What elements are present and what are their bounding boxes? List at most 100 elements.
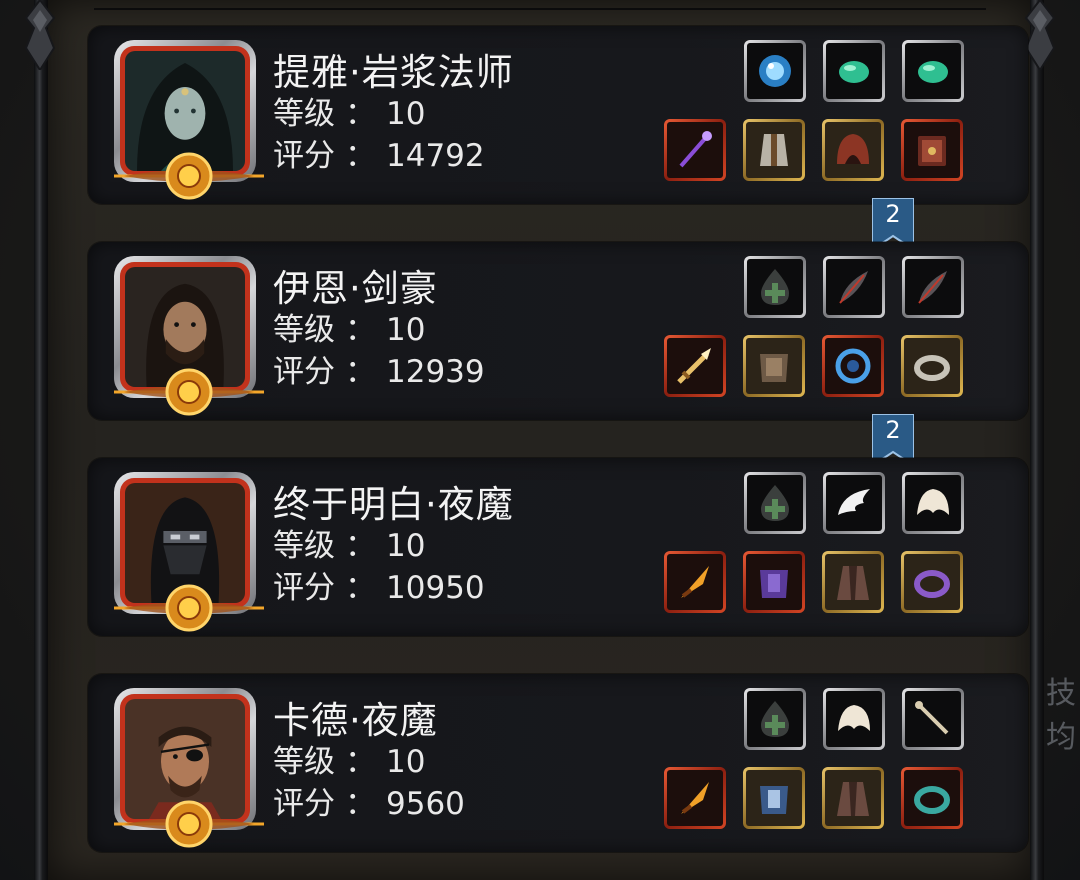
level-value: 10 <box>386 744 426 780</box>
accessory-slot[interactable] <box>823 256 885 318</box>
hero-level: 等级 ： 10 <box>273 88 425 133</box>
accessory-slot[interactable] <box>744 40 806 102</box>
hero-score: 评分 ： 9560 <box>273 778 465 823</box>
panel-top-divider <box>94 8 986 10</box>
level-label: 等级 <box>273 96 335 132</box>
purple-staff-icon <box>679 131 712 168</box>
accessory-slot[interactable] <box>902 256 964 318</box>
empty-potion-slot-icon <box>761 269 789 305</box>
score-value: 10950 <box>386 570 485 606</box>
colon-label: ： <box>345 312 376 348</box>
score-value: 12939 <box>386 354 485 390</box>
accessory-slot[interactable] <box>744 472 806 534</box>
colon-label: ： <box>345 354 376 390</box>
equipment-slot[interactable] <box>901 119 963 181</box>
hero-level: 等级 ： 10 <box>273 304 425 349</box>
equipment-slot[interactable] <box>743 551 805 613</box>
accessory-slot[interactable] <box>902 472 964 534</box>
hero-emblem-icon <box>114 584 264 632</box>
rank-number: 2 <box>885 200 901 228</box>
flame-dagger-icon <box>681 566 709 598</box>
accessory-slot[interactable] <box>823 688 885 750</box>
robe-armor-icon <box>760 134 788 166</box>
hero-card[interactable]: 提雅·岩浆法师 等级： 10 评分： 14792 <box>88 26 1028 204</box>
left-ornament-icon <box>24 0 56 70</box>
hero-score: 评分 ： 14792 <box>273 130 485 175</box>
green-gem-icon <box>918 61 948 83</box>
blue-shield-icon <box>835 348 871 384</box>
accessory-slot[interactable] <box>902 688 964 750</box>
accessory-slot[interactable] <box>823 472 885 534</box>
colon-label: ： <box>345 138 376 174</box>
dark-feather-icon <box>918 271 947 304</box>
accessory-slot[interactable] <box>744 688 806 750</box>
white-wing-icon <box>838 489 870 515</box>
score-value: 14792 <box>386 138 485 174</box>
equipment-slot[interactable] <box>822 767 884 829</box>
plate-armor-icon <box>760 354 788 382</box>
score-label: 评分 <box>273 570 335 606</box>
hero-card[interactable]: 终于明白·夜魔 等级： 10 评分： 10950 <box>88 458 1028 636</box>
level-value: 10 <box>386 312 426 348</box>
hero-emblem-icon <box>114 368 264 416</box>
equipment-slot[interactable] <box>664 551 726 613</box>
empty-potion-slot-icon <box>761 485 789 521</box>
blue-orb-icon <box>759 55 791 87</box>
accessory-slot[interactable] <box>744 256 806 318</box>
equipment-slot[interactable] <box>901 551 963 613</box>
hero-card[interactable]: 卡德·夜魔 等级： 10 评分： 9560 <box>88 674 1028 852</box>
level-value: 10 <box>386 96 426 132</box>
teal-ring-icon <box>914 786 950 814</box>
purple-armor-icon <box>760 570 788 598</box>
panel-left-border <box>34 0 48 880</box>
equipment-slot[interactable] <box>664 767 726 829</box>
flame-dagger-icon <box>681 782 709 814</box>
hero-card[interactable]: 伊恩·剑豪 等级： 10 评分： 12939 <box>88 242 1028 420</box>
level-label: 等级 <box>273 528 335 564</box>
hero-level: 等级 ： 10 <box>273 736 425 781</box>
colon-label: ： <box>345 96 376 132</box>
hood-icon <box>837 134 869 164</box>
score-label: 评分 <box>273 786 335 822</box>
score-label: 评分 <box>273 138 335 174</box>
empty-potion-slot-icon <box>761 701 789 737</box>
blue-armor-icon <box>760 786 788 814</box>
cloak-icon <box>837 566 869 600</box>
panel-right-border <box>1030 0 1044 880</box>
equipment-slot[interactable] <box>822 551 884 613</box>
equipment-slot[interactable] <box>743 767 805 829</box>
colon-label: ： <box>345 744 376 780</box>
equipment-slot[interactable] <box>822 335 884 397</box>
equipment-slot[interactable] <box>743 119 805 181</box>
score-value: 9560 <box>386 786 465 822</box>
white-fur-icon <box>838 705 870 731</box>
rank-number: 2 <box>885 416 901 444</box>
hero-score: 评分 ： 10950 <box>273 562 485 607</box>
silver-ring-icon <box>914 355 950 381</box>
side-tab-label[interactable]: 技均 <box>1046 668 1080 756</box>
equipment-slot[interactable] <box>822 119 884 181</box>
spellbook-icon <box>918 136 946 166</box>
accessory-slot[interactable] <box>902 40 964 102</box>
equipment-slot[interactable] <box>901 767 963 829</box>
equipment-slot[interactable] <box>901 335 963 397</box>
equipment-slot[interactable] <box>743 335 805 397</box>
green-gem-icon <box>839 61 869 83</box>
colon-label: ： <box>345 570 376 606</box>
level-label: 等级 <box>273 312 335 348</box>
hero-score: 评分 ： 12939 <box>273 346 485 391</box>
hero-emblem-icon <box>114 152 264 200</box>
colon-label: ： <box>345 786 376 822</box>
accessory-slot[interactable] <box>823 40 885 102</box>
equipment-slot[interactable] <box>664 119 726 181</box>
cloak-icon <box>837 782 869 816</box>
equipment-slot[interactable] <box>664 335 726 397</box>
hero-level: 等级 ： 10 <box>273 520 425 565</box>
bone-wand-icon <box>915 701 949 735</box>
purple-ring-icon <box>914 570 950 598</box>
hero-emblem-icon <box>114 800 264 848</box>
white-fur-icon <box>917 489 949 515</box>
colon-label: ： <box>345 528 376 564</box>
level-label: 等级 <box>273 744 335 780</box>
dark-feather-icon <box>839 271 868 304</box>
